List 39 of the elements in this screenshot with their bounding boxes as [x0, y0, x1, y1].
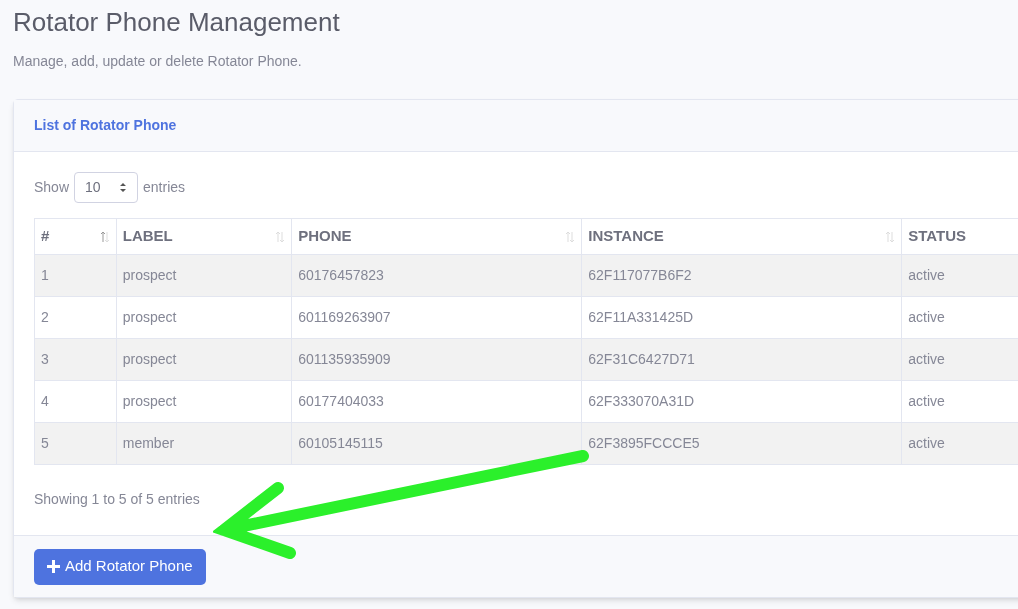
table-cell: 601169263907 — [291, 296, 582, 339]
column-header[interactable]: STATUS — [901, 218, 1018, 255]
table-cell: prospect — [116, 380, 292, 423]
table-cell: 3 — [34, 338, 117, 381]
table-cell: 62F117077B6F2 — [581, 254, 902, 297]
sort-icon — [99, 230, 110, 243]
table-cell: prospect — [116, 254, 292, 297]
table-cell: 1 — [34, 254, 117, 297]
column-header[interactable]: PHONE — [291, 218, 582, 255]
column-header[interactable]: INSTANCE — [581, 218, 902, 255]
entries-select[interactable]: 10 — [74, 172, 139, 203]
table-info: Showing 1 to 5 of 5 entries — [34, 490, 200, 509]
table-cell: 62F333070A31D — [581, 380, 902, 423]
spinner-icon — [119, 182, 128, 193]
sort-icon — [565, 230, 576, 243]
table-cell: 62F11A331425D — [581, 296, 902, 339]
table-cell: member — [116, 422, 292, 465]
table-cell: 62F31C6427D71 — [581, 338, 902, 381]
table-cell: prospect — [116, 296, 292, 339]
entries-label: entries — [143, 178, 186, 197]
column-header[interactable]: # — [34, 218, 117, 255]
table-cell: 60105145115 — [291, 422, 582, 465]
table-cell: 62F3895FCCCE5 — [581, 422, 902, 465]
table-cell: 60176457823 — [291, 254, 582, 297]
show-label: Show — [34, 178, 70, 197]
page-title: Rotator Phone Management — [13, 6, 340, 38]
column-header[interactable]: LABEL — [116, 218, 292, 255]
table-cell: 601135935909 — [291, 338, 582, 381]
page-subtitle: Manage, add, update or delete Rotator Phone. — [13, 52, 302, 71]
table-cell: 2 — [34, 296, 117, 339]
table-cell: 5 — [34, 422, 117, 465]
table-cell: prospect — [116, 338, 292, 381]
plus-icon — [47, 560, 60, 573]
table-cell: 60177404033 — [291, 380, 582, 423]
table-cell: 4 — [34, 380, 117, 423]
add-button[interactable]: Add Rotator Phone — [34, 548, 206, 585]
card-title: List of Rotator Phone — [34, 116, 177, 135]
sort-icon — [275, 230, 286, 243]
sort-icon — [885, 230, 896, 243]
